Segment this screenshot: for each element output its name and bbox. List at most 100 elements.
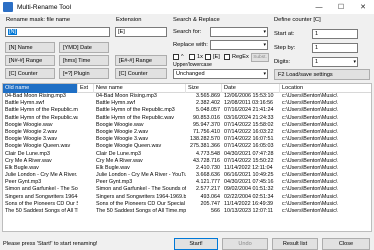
cell-location: c:\Users\Benton\Music\ <box>282 100 338 107</box>
cell-date: 07/14/2022 16:03:22 <box>224 128 274 135</box>
subst-button[interactable]: Subst. <box>251 53 269 62</box>
cell-ext <box>78 151 94 158</box>
maximize-icon[interactable]: ☐ <box>330 0 352 14</box>
cell-old-name: Battle Hymn.swf <box>5 100 44 107</box>
result-list-button[interactable]: Result list <box>272 238 318 250</box>
cell-location: c:\Users\Benton\Music\ <box>282 107 338 114</box>
file-row[interactable]: Sons of the Pioneers CD Our Special... So… <box>3 201 371 208</box>
cell-size: 2.577.217 <box>196 186 220 193</box>
cell-new-name: Clair De Lune.mp3 <box>96 150 141 157</box>
undo-button[interactable]: Undo <box>222 238 268 250</box>
cell-size: 43.728.716 <box>193 157 220 164</box>
file-row[interactable]: Singers and Songwriters 1964-1969... Sing… <box>3 194 371 201</box>
extension-checkbox[interactable]: [E] <box>205 54 220 60</box>
file-row[interactable]: Cry Me A River.wav Cry Me A River.wav 43.7… <box>3 158 371 165</box>
file-row[interactable]: Battle Hymn of the Republic.wav Battle Hy… <box>3 115 371 122</box>
file-row[interactable]: Boogie Woogie 2.wav Boogie Woogie 2.wav 71… <box>3 129 371 136</box>
replace-with-input[interactable]: ▾ <box>210 40 268 50</box>
file-row[interactable]: Boogie Woogie 3.wav Boogie Woogie 3.wav 13… <box>3 136 371 143</box>
cell-date: 06/16/2021 10:49:25 <box>224 172 274 179</box>
checkbox-box <box>189 54 195 60</box>
name-button[interactable]: [N] Name <box>5 42 55 53</box>
file-list-header: Old name Ext New name Size Date Location <box>3 84 371 93</box>
cell-new-name: Boogie Woogie.wav <box>96 121 144 128</box>
date-button[interactable]: [YMD] Date <box>59 42 109 53</box>
name-range-button[interactable]: [N#-#] Range <box>5 55 55 66</box>
cell-new-name: Boogie Woogie Queen.wav <box>96 143 162 150</box>
file-row[interactable]: Peer Gynt.mp3 Peer Gynt.mp3 4.121.777 04/30… <box>3 179 371 186</box>
replace-with-label: Replace with: <box>173 42 208 48</box>
plugin-button[interactable]: [=?] Plugin <box>59 68 109 79</box>
start-button[interactable]: Start! <box>174 238 218 250</box>
cell-location: c:\Users\Benton\Music\ <box>282 200 338 207</box>
cell-old-name: Cry Me A River.wav <box>5 157 52 164</box>
close-icon[interactable]: ✕ <box>352 0 374 14</box>
cell-new-name: Battle Hymn.swf <box>96 100 135 107</box>
cell-location: c:\Users\Benton\Music\ <box>282 128 338 135</box>
file-row[interactable]: 04-Bad Moon Rising.mp3 04-Bad Moon Rising… <box>3 93 371 100</box>
col-date[interactable]: Date <box>222 84 280 93</box>
col-new-name[interactable]: New name <box>94 84 186 93</box>
extension-mask-input[interactable]: [E] <box>115 27 167 37</box>
file-row[interactable]: Clair De Lune.mp3 Clair De Lune.mp3 4.773.… <box>3 151 371 158</box>
name-mask-input[interactable]: [N] <box>5 27 110 37</box>
search-for-input[interactable]: ▾ <box>210 27 268 37</box>
cell-size: 95.947.370 <box>193 121 220 128</box>
file-row[interactable]: Elk Bugle.wav Elk Bugle.wav 2.410.730 11/14… <box>3 165 371 172</box>
file-row[interactable]: Julie London - Cry Me A River... Julie Lo… <box>3 172 371 179</box>
col-ext[interactable]: Ext <box>78 84 94 93</box>
cell-date: 03/16/2024 21:24:33 <box>224 114 274 121</box>
cell-location: c:\Users\Benton\Music\ <box>282 186 338 193</box>
cell-old-name: Simon and Garfunkel - The Sounds... <box>5 186 78 193</box>
file-row[interactable]: Simon and Garfunkel - The Sounds... Simon… <box>3 186 371 193</box>
digits-dropdown[interactable]: 1 ▾ <box>312 57 358 67</box>
cell-location: c:\Users\Benton\Music\ <box>282 150 338 157</box>
cell-date: 10/13/2023 12:07:11 <box>224 208 274 214</box>
file-row[interactable]: Battle Hymn of the Republic.mp3 Battle Hy… <box>3 107 371 114</box>
file-row[interactable]: Battle Hymn.swf Battle Hymn.swf 2.382.402 1… <box>3 100 371 107</box>
cell-location: c:\Users\Benton\Music\ <box>282 157 338 164</box>
cell-new-name: Boogie Woogie 3.wav <box>96 136 149 143</box>
cell-date: 02/22/2004 02:51:34 <box>224 193 274 200</box>
cell-size: 2.410.730 <box>196 164 220 171</box>
col-old-name[interactable]: Old name <box>3 84 78 93</box>
cell-date: 07/14/2022 16:07:51 <box>224 136 274 143</box>
case-checkbox[interactable]: ^ <box>173 54 184 60</box>
cell-date: 11/14/2022 12:11:04 <box>224 164 273 171</box>
cell-ext <box>78 194 94 201</box>
minimize-icon[interactable]: — <box>308 0 330 14</box>
file-list: Old name Ext New name Size Date Location… <box>2 83 372 232</box>
case-dropdown[interactable]: Unchanged ▾ <box>173 69 268 79</box>
cell-date: 11/14/2022 16:49:39 <box>224 200 274 207</box>
cell-size: 4.121.777 <box>196 179 220 186</box>
col-location[interactable]: Location <box>280 84 371 93</box>
start-at-input[interactable]: 1 <box>312 29 358 39</box>
col-size[interactable]: Size <box>186 84 222 93</box>
cell-new-name: Singers and Songwriters 1964-1969.bmp <box>96 193 186 200</box>
cell-location: c:\Users\Benton\Music\ <box>282 208 338 214</box>
time-button[interactable]: [hms] Time <box>59 55 109 66</box>
cell-size: 3.565.869 <box>196 93 220 99</box>
cell-size: 5.048.057 <box>196 107 220 114</box>
file-row[interactable]: Boogie Woogie Queen.wav Boogie Woogie Que… <box>3 143 371 150</box>
cell-ext <box>78 143 94 150</box>
step-by-input[interactable]: 1 <box>312 43 358 53</box>
cell-size: 2.382.402 <box>196 100 220 107</box>
cell-date: 07/14/2022 16:05:03 <box>224 143 274 150</box>
cell-date: 07/14/2022 15:58:02 <box>224 121 274 128</box>
cell-size: 493.064 <box>200 193 221 200</box>
status-text: Please press 'Start!' to start renaming! <box>3 241 98 247</box>
extension-range-button[interactable]: [E#-#] Range <box>115 55 167 66</box>
file-row[interactable]: The 50 Saddest Songs of All Time... The 5… <box>3 208 371 215</box>
title-bar: Multi-Rename Tool — ☐ ✕ <box>0 0 374 14</box>
close-button[interactable]: Close <box>322 238 370 250</box>
once-checkbox[interactable]: 1x <box>189 54 203 60</box>
load-save-settings-button[interactable]: F2 Load/save settings <box>274 69 370 80</box>
counter-button[interactable]: [C] Counter <box>5 68 55 79</box>
regex-checkbox[interactable]: RegEx <box>224 54 249 60</box>
extension-counter-button[interactable]: [C] Counter <box>115 68 167 79</box>
cell-ext <box>78 208 94 215</box>
file-row[interactable]: Boogie Woogie.wav Boogie Woogie.wav 95.947… <box>3 122 371 129</box>
cell-size: 275.381.366 <box>190 143 220 150</box>
cell-new-name: Julie London - Cry Me A River - YouTube.… <box>96 172 186 179</box>
